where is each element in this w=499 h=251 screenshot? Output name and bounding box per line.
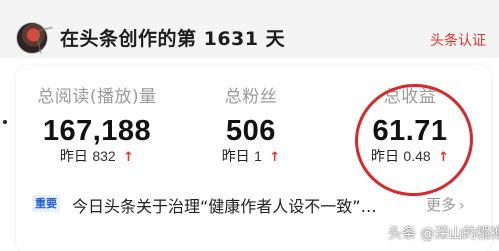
certification-link[interactable]: 头条认证 <box>430 30 486 50</box>
creation-days-headline: 在头条创作的第 1631 天 <box>60 28 286 50</box>
yesterday-value: 832 <box>92 148 116 164</box>
stat-total-fans[interactable]: 总粉丝 506 昨日 1 ↑ <box>215 82 287 166</box>
stray-dot-mark <box>3 120 7 124</box>
stat-value: 506 <box>226 115 276 147</box>
source-watermark: 头条 @深山的襁褓 <box>388 226 499 242</box>
stat-yesterday: 昨日 1 ↑ <box>215 146 287 166</box>
arrow-up-icon: ↑ <box>123 150 135 165</box>
stat-label: 总阅读(播放)量 <box>37 87 157 107</box>
chevron-right-icon: › <box>459 198 465 214</box>
arrow-up-icon: ↑ <box>269 150 281 165</box>
stat-value: 167,188 <box>42 115 152 147</box>
more-link[interactable]: 更多 › <box>426 194 465 215</box>
yesterday-value: 1 <box>254 148 262 164</box>
stat-total-reads[interactable]: 总阅读(播放)量 167,188 昨日 832 ↑ <box>32 82 162 166</box>
avatar[interactable] <box>16 22 58 54</box>
important-badge: 重要 <box>32 195 60 212</box>
news-headline[interactable]: 今日头条关于治理“健康作者人设不一致”… <box>72 193 377 217</box>
stat-yesterday: 昨日 832 ↑ <box>32 146 162 166</box>
yesterday-label: 昨日 <box>221 149 250 165</box>
stat-label: 总粉丝 <box>224 87 278 107</box>
yesterday-label: 昨日 <box>59 149 88 165</box>
more-label: 更多 <box>426 196 457 214</box>
news-notice-row[interactable]: 重要 今日头条关于治理“健康作者人设不一致”… 更多 › <box>22 193 492 217</box>
